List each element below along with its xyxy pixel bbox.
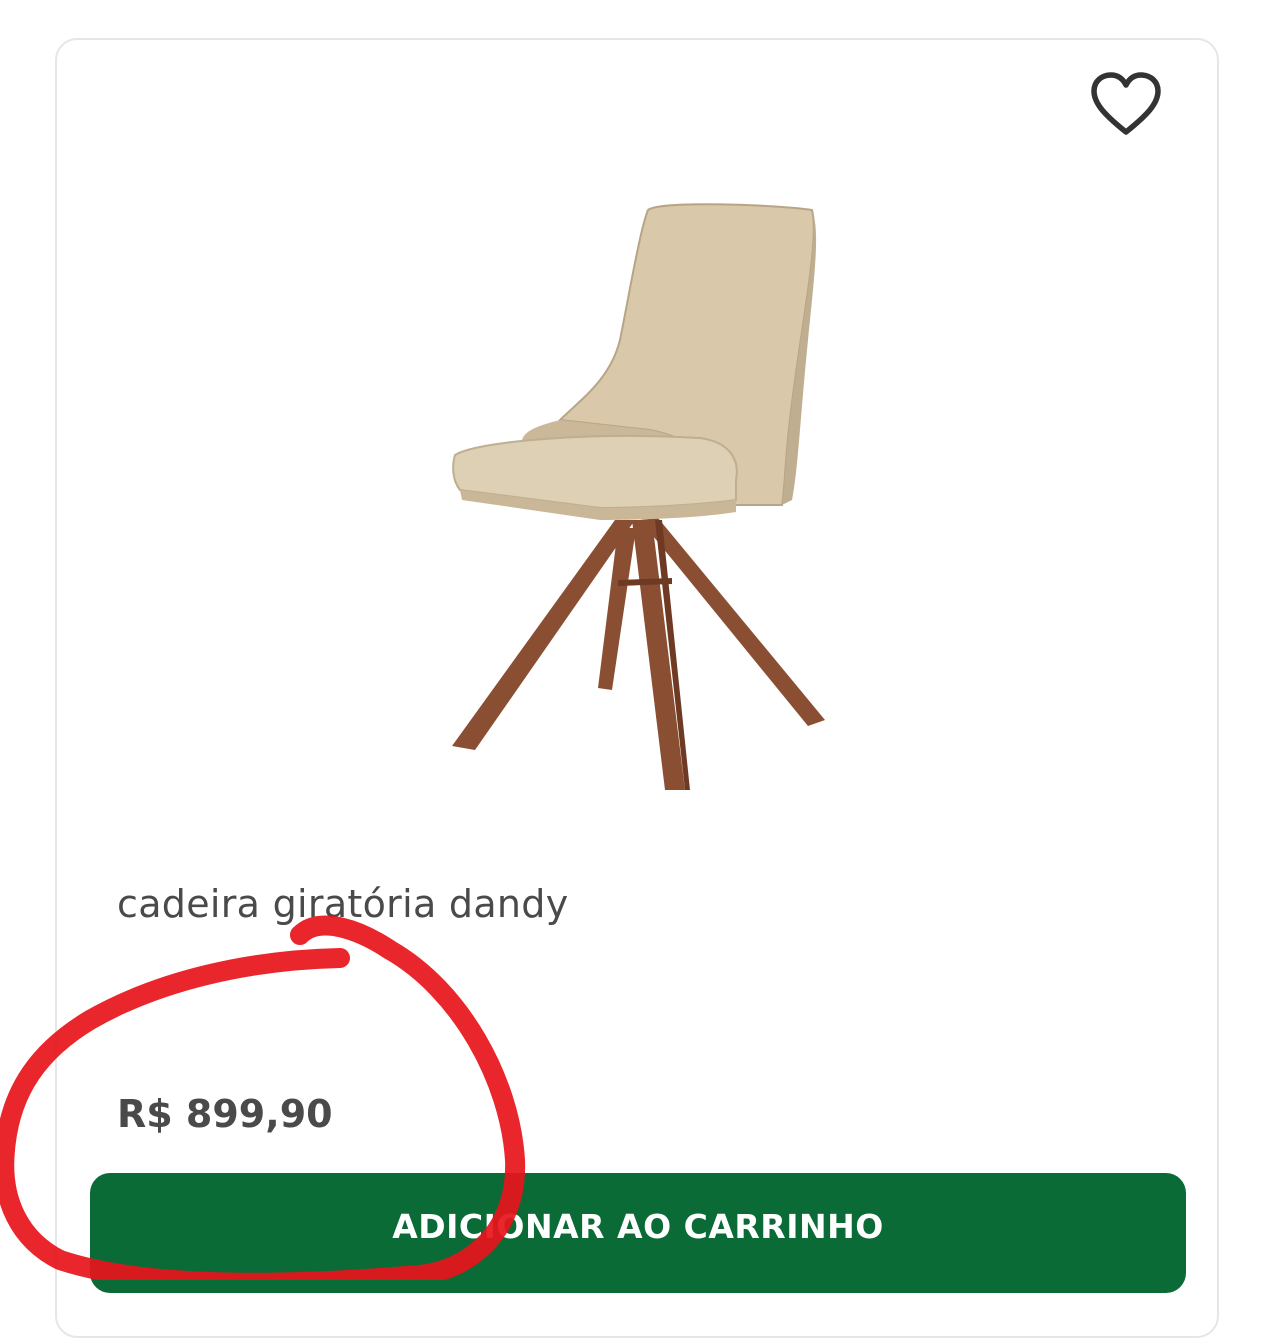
product-image[interactable] (420, 190, 860, 800)
chair-legs (452, 518, 825, 790)
heart-icon[interactable] (1088, 70, 1164, 140)
add-to-cart-button[interactable]: ADICIONAR AO CARRINHO (90, 1173, 1186, 1293)
product-price: R$ 899,90 (117, 1092, 333, 1136)
product-title[interactable]: cadeira giratória dandy (117, 882, 569, 926)
